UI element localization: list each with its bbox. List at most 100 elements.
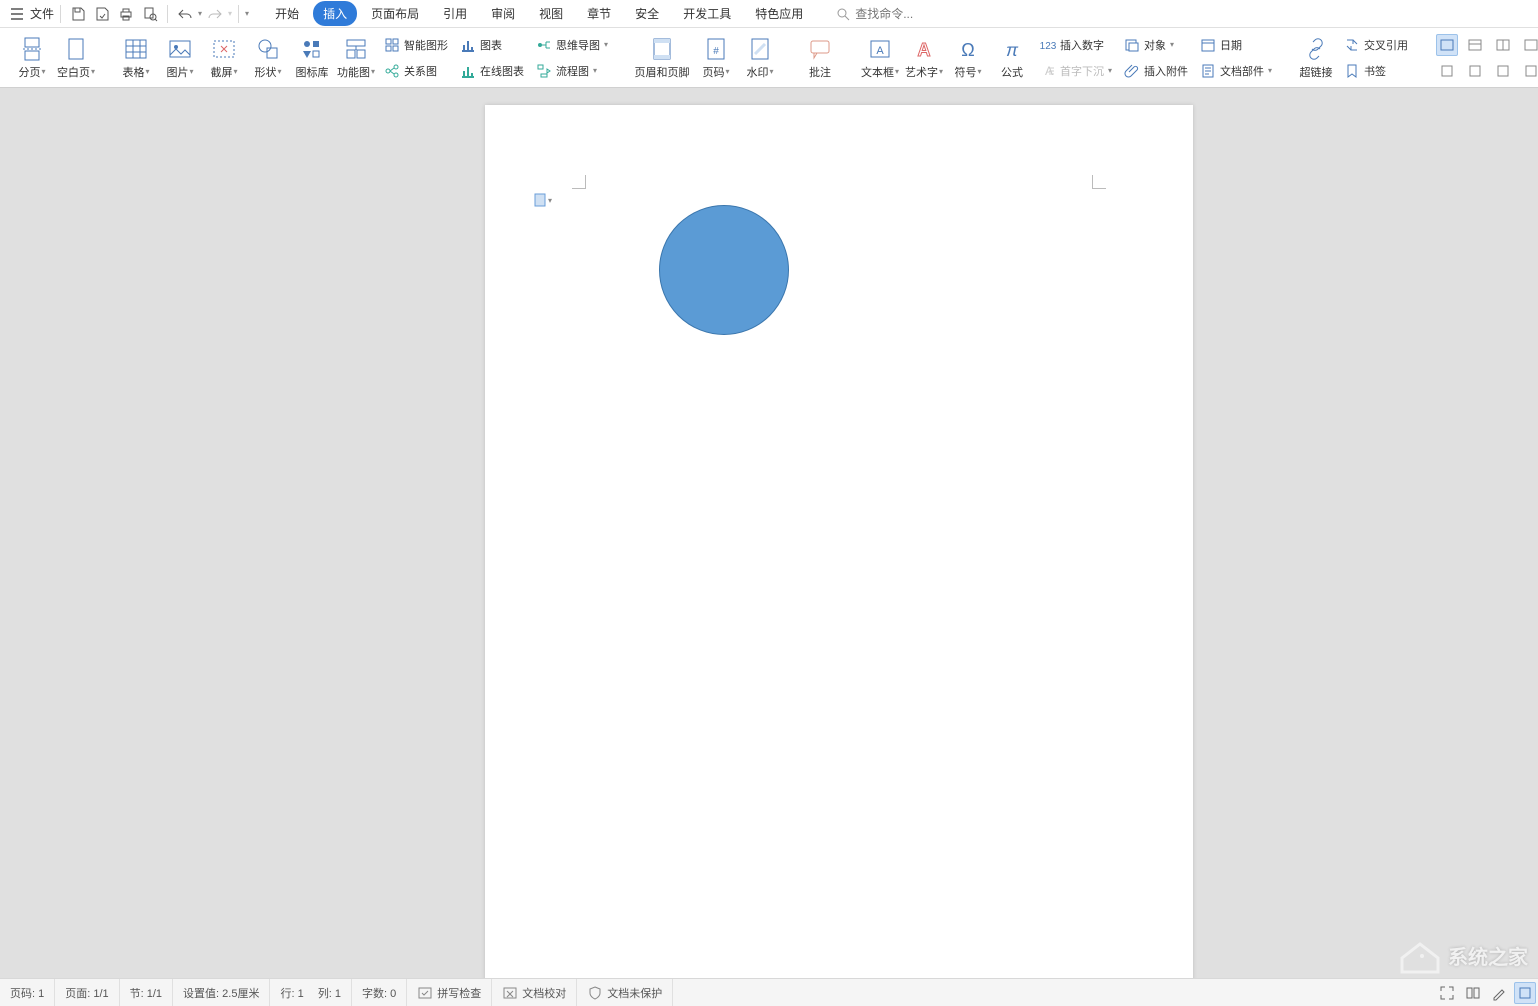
view-toggle-1[interactable] <box>1436 34 1458 56</box>
status-line-col[interactable]: 行: 1 列: 1 <box>270 979 352 1006</box>
view-toggle-6[interactable] <box>1464 60 1486 82</box>
status-bar: 页码: 1 页面: 1/1 节: 1/1 设置值: 2.5厘米 行: 1 列: … <box>0 978 1538 1006</box>
symbol-icon: Ω <box>955 36 981 62</box>
wordart-icon: A <box>911 36 937 62</box>
redo-icon[interactable] <box>204 3 226 25</box>
comment-button[interactable]: 批注 <box>798 30 842 85</box>
doc-parts-button[interactable]: 文档部件▾ <box>1198 60 1274 82</box>
picture-button[interactable]: 图片▾ <box>158 30 202 85</box>
status-protection[interactable]: 文档未保护 <box>577 979 673 1006</box>
file-menu[interactable]: 文件 <box>30 5 54 22</box>
edit-mode-button[interactable] <box>1488 982 1510 1004</box>
mindmap-button[interactable]: 思维导图▾ <box>534 34 610 56</box>
bookmark-button[interactable]: 书签 <box>1342 60 1410 82</box>
page-number-icon: # <box>703 36 729 62</box>
textbox-button[interactable]: A 文本框▾ <box>858 30 902 85</box>
tab-review[interactable]: 审阅 <box>481 1 525 26</box>
watermark-button[interactable]: 水印▾ <box>738 30 782 85</box>
tab-security[interactable]: 安全 <box>625 1 669 26</box>
drop-cap-icon: A <box>1040 63 1056 79</box>
chart-button[interactable]: 图表 <box>458 34 526 56</box>
save-icon[interactable] <box>67 3 89 25</box>
hyperlink-button[interactable]: 超链接 <box>1294 30 1338 85</box>
screenshot-icon <box>211 36 237 62</box>
screenshot-button[interactable]: 截屏▾ <box>202 30 246 85</box>
page-number-button[interactable]: # 页码▾ <box>694 30 738 85</box>
tab-sections[interactable]: 章节 <box>577 1 621 26</box>
view-toggle-5[interactable] <box>1436 60 1458 82</box>
reading-view-button[interactable] <box>1462 982 1484 1004</box>
circle-shape[interactable] <box>659 205 789 335</box>
page-options-tag[interactable]: ▾ <box>534 193 552 207</box>
tab-references[interactable]: 引用 <box>433 1 477 26</box>
relation-button[interactable]: 关系图 <box>382 60 450 82</box>
book-icon <box>1465 985 1481 1001</box>
document-canvas[interactable]: ▾ <box>0 88 1538 978</box>
page[interactable]: ▾ <box>485 105 1193 978</box>
svg-text:A: A <box>876 45 884 57</box>
status-position[interactable]: 设置值: 2.5厘米 <box>173 979 270 1006</box>
object-button[interactable]: 对象▾ <box>1122 34 1190 56</box>
qat-customize-icon[interactable]: ▾ <box>245 9 249 18</box>
smartart-button[interactable]: 功能图▾ <box>334 30 378 85</box>
tab-developer[interactable]: 开发工具 <box>673 1 741 26</box>
print-icon[interactable] <box>115 3 137 25</box>
status-spellcheck[interactable]: 拼写检查 <box>407 979 492 1006</box>
view-toggle-2[interactable] <box>1464 34 1486 56</box>
svg-text:#: # <box>713 46 719 57</box>
status-section[interactable]: 节: 1/1 <box>120 979 173 1006</box>
page-break-button[interactable]: 分页▾ <box>10 30 54 85</box>
margin-mark-top-right <box>1092 175 1106 189</box>
tab-start[interactable]: 开始 <box>265 1 309 26</box>
flowchart-button[interactable]: 流程图▾ <box>534 60 610 82</box>
tab-view[interactable]: 视图 <box>529 1 573 26</box>
pencil-icon <box>1491 985 1507 1001</box>
smartart-icon <box>343 36 369 62</box>
equation-button[interactable]: π 公式 <box>990 30 1034 85</box>
tab-special[interactable]: 特色应用 <box>745 1 813 26</box>
status-page-number[interactable]: 页码: 1 <box>0 979 55 1006</box>
online-chart-icon <box>460 63 476 79</box>
status-page[interactable]: 页面: 1/1 <box>55 979 119 1006</box>
status-word-count[interactable]: 字数: 0 <box>352 979 407 1006</box>
redo-dropdown-icon[interactable]: ▾ <box>228 9 232 18</box>
menu-icon[interactable] <box>6 3 28 25</box>
status-proofing[interactable]: 文档校对 <box>492 979 577 1006</box>
tab-layout[interactable]: 页面布局 <box>361 1 429 26</box>
date-button[interactable]: 日期 <box>1198 34 1274 56</box>
fullscreen-button[interactable] <box>1436 982 1458 1004</box>
attachment-button[interactable]: 插入附件 <box>1122 60 1190 82</box>
mindmap-icon <box>536 37 552 53</box>
view-toggle-4[interactable] <box>1520 34 1538 56</box>
tab-insert[interactable]: 插入 <box>313 1 357 26</box>
cross-reference-button[interactable]: 交叉引用 <box>1342 34 1410 56</box>
header-footer-icon <box>649 36 675 62</box>
online-chart-button[interactable]: 在线图表 <box>458 60 526 82</box>
wordart-button[interactable]: A 艺术字▾ <box>902 30 946 85</box>
command-search[interactable] <box>835 6 975 22</box>
cross-ref-icon <box>1344 37 1360 53</box>
hyperlink-icon <box>1303 36 1329 62</box>
icon-library-button[interactable]: 图标库 <box>290 30 334 85</box>
search-icon <box>835 6 851 22</box>
header-footer-button[interactable]: 页眉和页脚 <box>630 30 694 85</box>
zoom-fit-icon <box>1517 985 1533 1001</box>
picture-icon <box>167 36 193 62</box>
command-search-input[interactable] <box>855 7 975 21</box>
view-toggle-3[interactable] <box>1492 34 1514 56</box>
shapes-button[interactable]: 形状▾ <box>246 30 290 85</box>
view-toggle-7[interactable] <box>1492 60 1514 82</box>
symbol-button[interactable]: Ω 符号▾ <box>946 30 990 85</box>
zoom-fit-button[interactable] <box>1514 982 1536 1004</box>
blank-page-button[interactable]: 空白页▾ <box>54 30 98 85</box>
margin-mark-top-left <box>572 175 586 189</box>
undo-dropdown-icon[interactable]: ▾ <box>198 9 202 18</box>
undo-icon[interactable] <box>174 3 196 25</box>
smart-graphic-button[interactable]: 智能图形 <box>382 34 450 56</box>
table-button[interactable]: 表格▾ <box>114 30 158 85</box>
insert-number-button[interactable]: 123插入数字 <box>1038 34 1114 56</box>
view-toggle-8[interactable] <box>1520 60 1538 82</box>
print-preview-icon[interactable] <box>139 3 161 25</box>
sync-icon[interactable] <box>91 3 113 25</box>
svg-text:π: π <box>1006 40 1019 60</box>
